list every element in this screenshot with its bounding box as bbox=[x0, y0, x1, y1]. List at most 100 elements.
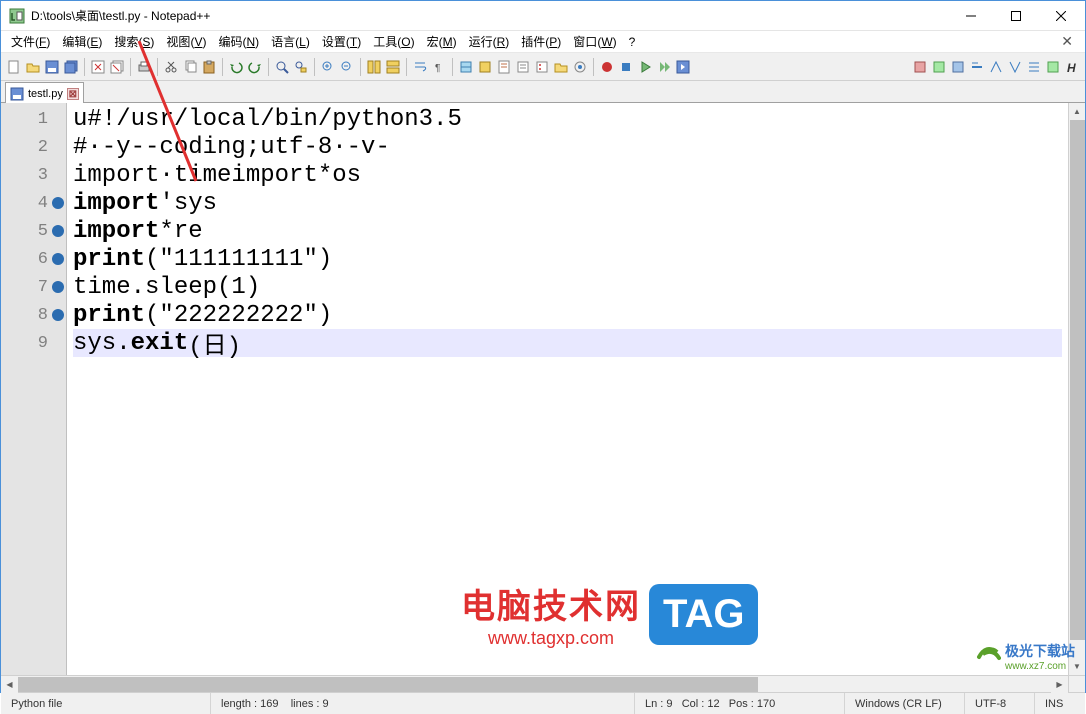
new-file-icon[interactable] bbox=[5, 57, 23, 77]
menu-close-doc[interactable]: ✕ bbox=[1053, 33, 1081, 50]
line-number-gutter[interactable]: 1 2 3 4 5 6 7 8 9 bbox=[1, 103, 67, 675]
tb-extra6-icon[interactable] bbox=[1006, 57, 1024, 77]
status-mode[interactable]: INS bbox=[1035, 693, 1085, 714]
scroll-left-icon[interactable]: ◀ bbox=[1, 676, 18, 693]
func-list-icon[interactable] bbox=[533, 57, 551, 77]
menu-help[interactable]: ? bbox=[623, 33, 642, 51]
code-line-current: sys.exit(日) bbox=[73, 329, 1062, 357]
scroll-up-icon[interactable]: ▲ bbox=[1069, 103, 1085, 120]
tb-extra5-icon[interactable] bbox=[987, 57, 1005, 77]
find-icon[interactable] bbox=[273, 57, 291, 77]
paste-icon[interactable] bbox=[200, 57, 218, 77]
tb-bold-icon[interactable]: H bbox=[1063, 57, 1081, 77]
folder-workspace-icon[interactable] bbox=[552, 57, 570, 77]
menu-run[interactable]: 运行(R) bbox=[463, 31, 516, 52]
code-line: import*re bbox=[73, 217, 1062, 245]
menu-macro[interactable]: 宏(M) bbox=[421, 31, 463, 52]
tb-extra4-icon[interactable] bbox=[968, 57, 986, 77]
play-macro-icon[interactable] bbox=[636, 57, 654, 77]
save-macro-icon[interactable] bbox=[674, 57, 692, 77]
close-doc-icon[interactable] bbox=[89, 57, 107, 77]
stop-macro-icon[interactable] bbox=[617, 57, 635, 77]
line-number: 7 bbox=[1, 273, 66, 301]
doc-list-icon[interactable] bbox=[514, 57, 532, 77]
editor-area: 1 2 3 4 5 6 7 8 9 u#!/usr/local/bin/pyth… bbox=[1, 103, 1085, 675]
save-all-icon[interactable] bbox=[62, 57, 80, 77]
menu-language[interactable]: 语言(L) bbox=[265, 31, 316, 52]
minimize-button[interactable] bbox=[948, 1, 993, 30]
scroll-thumb[interactable] bbox=[1070, 120, 1085, 640]
status-eol[interactable]: Windows (CR LF) bbox=[845, 693, 965, 714]
code-line: print("111111111") bbox=[73, 245, 1062, 273]
open-file-icon[interactable] bbox=[24, 57, 42, 77]
scroll-right-icon[interactable]: ▶ bbox=[1051, 676, 1068, 693]
change-marker-icon bbox=[52, 309, 64, 321]
sync-h-icon[interactable] bbox=[384, 57, 402, 77]
line-number: 5 bbox=[1, 217, 66, 245]
status-bar: Python file length : 169 lines : 9 Ln : … bbox=[1, 692, 1085, 714]
line-number: 1 bbox=[1, 105, 66, 133]
close-button[interactable] bbox=[1038, 1, 1083, 30]
menu-file[interactable]: 文件(F) bbox=[5, 31, 56, 52]
tb-extra8-icon[interactable] bbox=[1044, 57, 1062, 77]
line-number: 6 bbox=[1, 245, 66, 273]
change-marker-icon bbox=[52, 253, 64, 265]
file-icon bbox=[10, 87, 24, 101]
tab-label: testl.py bbox=[28, 88, 63, 100]
code-editor[interactable]: u#!/usr/local/bin/python3.5 #·-y--coding… bbox=[67, 103, 1068, 675]
ud-lang-icon[interactable] bbox=[476, 57, 494, 77]
close-all-icon[interactable] bbox=[108, 57, 126, 77]
zoom-in-icon[interactable] bbox=[319, 57, 337, 77]
doc-map-icon[interactable] bbox=[495, 57, 513, 77]
redo-icon[interactable] bbox=[246, 57, 264, 77]
app-icon bbox=[9, 8, 25, 24]
indent-guide-icon[interactable] bbox=[457, 57, 475, 77]
vertical-scrollbar[interactable]: ▲ ▼ bbox=[1068, 103, 1085, 675]
line-number: 2 bbox=[1, 133, 66, 161]
change-marker-icon bbox=[52, 281, 64, 293]
svg-text:¶: ¶ bbox=[435, 63, 440, 74]
menu-search[interactable]: 搜索(S) bbox=[108, 31, 160, 52]
tab-close-icon[interactable]: ⊠ bbox=[67, 88, 79, 100]
horizontal-scrollbar[interactable]: ◀ ▶ bbox=[1, 675, 1085, 692]
status-encoding[interactable]: UTF-8 bbox=[965, 693, 1035, 714]
status-filetype: Python file bbox=[1, 693, 211, 714]
undo-icon[interactable] bbox=[227, 57, 245, 77]
menu-bar: 文件(F) 编辑(E) 搜索(S) 视图(V) 编码(N) 语言(L) 设置(T… bbox=[1, 31, 1085, 53]
tab-testl[interactable]: testl.py ⊠ bbox=[5, 82, 84, 103]
save-icon[interactable] bbox=[43, 57, 61, 77]
tab-bar: testl.py ⊠ bbox=[1, 81, 1085, 103]
menu-encoding[interactable]: 编码(N) bbox=[212, 31, 265, 52]
change-marker-icon bbox=[52, 197, 64, 209]
tb-extra2-icon[interactable] bbox=[930, 57, 948, 77]
menu-edit[interactable]: 编辑(E) bbox=[56, 31, 108, 52]
menu-window[interactable]: 窗口(W) bbox=[567, 31, 622, 52]
menu-tools[interactable]: 工具(O) bbox=[367, 31, 420, 52]
scroll-down-icon[interactable]: ▼ bbox=[1069, 658, 1085, 675]
zoom-out-icon[interactable] bbox=[338, 57, 356, 77]
replace-icon[interactable] bbox=[292, 57, 310, 77]
code-line: u#!/usr/local/bin/python3.5 bbox=[73, 105, 1062, 133]
menu-plugins[interactable]: 插件(P) bbox=[515, 31, 567, 52]
show-all-chars-icon[interactable]: ¶ bbox=[430, 57, 448, 77]
tb-extra3-icon[interactable] bbox=[949, 57, 967, 77]
play-multi-icon[interactable] bbox=[655, 57, 673, 77]
svg-text:H: H bbox=[1067, 61, 1076, 74]
copy-icon[interactable] bbox=[181, 57, 199, 77]
tb-extra1-icon[interactable] bbox=[911, 57, 929, 77]
maximize-button[interactable] bbox=[993, 1, 1038, 30]
menu-view[interactable]: 视图(V) bbox=[160, 31, 212, 52]
code-line: time.sleep(1) bbox=[73, 273, 1062, 301]
cut-icon[interactable] bbox=[162, 57, 180, 77]
tb-extra7-icon[interactable] bbox=[1025, 57, 1043, 77]
title-bar: D:\tools\桌面\testl.py - Notepad++ bbox=[1, 1, 1085, 31]
wordwrap-icon[interactable] bbox=[411, 57, 429, 77]
line-number: 4 bbox=[1, 189, 66, 217]
menu-settings[interactable]: 设置(T) bbox=[316, 31, 367, 52]
window-title: D:\tools\桌面\testl.py - Notepad++ bbox=[31, 7, 948, 24]
record-macro-icon[interactable] bbox=[598, 57, 616, 77]
sync-v-icon[interactable] bbox=[365, 57, 383, 77]
print-icon[interactable] bbox=[135, 57, 153, 77]
scroll-thumb-h[interactable] bbox=[18, 677, 758, 692]
monitoring-icon[interactable] bbox=[571, 57, 589, 77]
